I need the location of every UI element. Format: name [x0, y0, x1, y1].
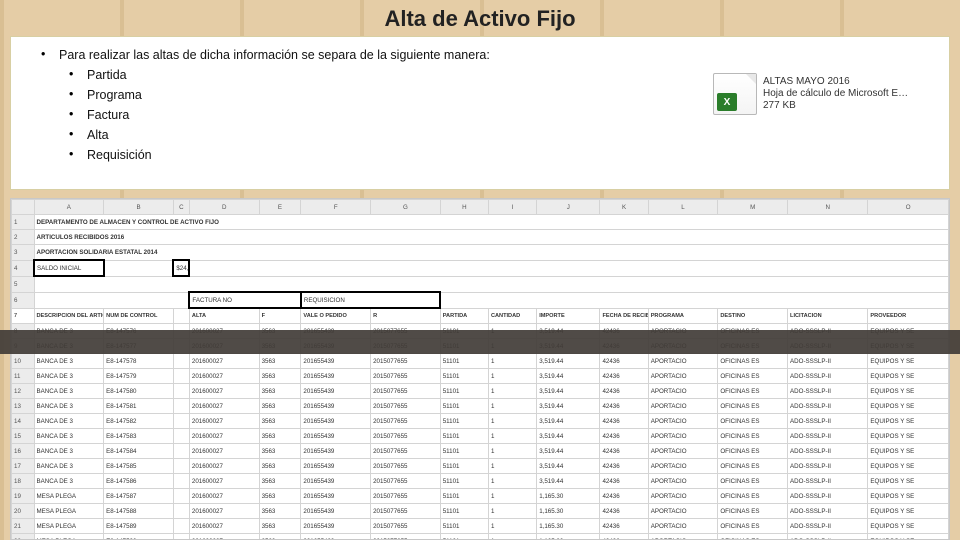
file-size: 277 KB [763, 100, 923, 112]
excel-file-icon: X [713, 73, 757, 115]
saldo-value: $24,725,609.02 [173, 260, 189, 276]
corner-cell [12, 200, 35, 215]
table-row[interactable]: 10BANCA DE 3E8-1475782016000273563201655… [12, 354, 949, 369]
col-header[interactable]: C [173, 200, 189, 215]
file-subtitle: Hoja de cálculo de Microsoft E… [763, 88, 923, 100]
table-row[interactable]: 20MESA PLEGAE8-1475882016000273563201655… [12, 504, 949, 519]
col-header[interactable]: G [371, 200, 441, 215]
col-header[interactable]: A [34, 200, 104, 215]
saldo-label: SALDO INICIAL [34, 260, 104, 276]
bullet-alta: Alta [41, 125, 929, 145]
col-header[interactable]: J [537, 200, 600, 215]
group-requisicion: REQUISICION [301, 292, 440, 308]
column-header[interactable]: FECHA DE RECIBIDO [600, 308, 648, 324]
col-header[interactable]: M [718, 200, 788, 215]
column-header[interactable]: IMPORTE [537, 308, 600, 324]
column-header[interactable]: PARTIDA [440, 308, 488, 324]
table-row[interactable]: 16BANCA DE 3E8-1475842016000273563201655… [12, 444, 949, 459]
column-header[interactable]: ALTA [189, 308, 259, 324]
sheet-title-2: ARTICULOS RECIBIDOS 2016 [34, 230, 949, 245]
col-header[interactable]: H [440, 200, 488, 215]
col-header[interactable]: O [868, 200, 949, 215]
sheet-title-3: APORTACION SOLIDARIA ESTATAL 2014 [34, 245, 949, 261]
file-attachment[interactable]: X ALTAS MAYO 2016 Hoja de cálculo de Mic… [713, 73, 923, 115]
table-row[interactable]: 22MESA PLEGAE8-1475902016000273563201655… [12, 534, 949, 540]
group-factura: FACTURA NO [189, 292, 300, 308]
column-header[interactable]: PROVEEDOR [868, 308, 949, 324]
page-title: Alta de Activo Fijo [0, 0, 960, 36]
bullet-requisicion: Requisición [41, 145, 929, 165]
dark-band [0, 330, 960, 354]
table-row[interactable]: 13BANCA DE 3E8-1475812016000273563201655… [12, 399, 949, 414]
column-header[interactable]: VALE O PEDIDO [301, 308, 371, 324]
col-header[interactable]: I [488, 200, 536, 215]
spreadsheet[interactable]: ABCDEFGHIJKLMNO1DEPARTAMENTO DE ALMACEN … [10, 198, 950, 540]
column-header[interactable]: DESCRIPCION DEL ARTICULO [34, 308, 104, 324]
column-header[interactable]: DESTINO [718, 308, 788, 324]
col-header[interactable]: D [189, 200, 259, 215]
column-header[interactable]: NUM DE CONTROL [104, 308, 174, 324]
table-row[interactable]: 14BANCA DE 3E8-1475822016000273563201655… [12, 414, 949, 429]
file-name: ALTAS MAYO 2016 [763, 76, 923, 88]
column-header[interactable]: CANTIDAD [488, 308, 536, 324]
table-row[interactable]: 18BANCA DE 3E8-1475862016000273563201655… [12, 474, 949, 489]
sheet-title-1: DEPARTAMENTO DE ALMACEN Y CONTROL DE ACT… [34, 215, 949, 230]
info-panel: Para realizar las altas de dicha informa… [10, 36, 950, 190]
column-header[interactable]: R [371, 308, 441, 324]
table-row[interactable]: 21MESA PLEGAE8-1475892016000273563201655… [12, 519, 949, 534]
table-row[interactable]: 12BANCA DE 3E8-1475802016000273563201655… [12, 384, 949, 399]
col-header[interactable]: L [648, 200, 718, 215]
column-header[interactable]: PROGRAMA [648, 308, 718, 324]
column-header[interactable]: F [259, 308, 301, 324]
column-header[interactable] [173, 308, 189, 324]
col-header[interactable]: K [600, 200, 648, 215]
col-header[interactable]: F [301, 200, 371, 215]
table-row[interactable]: 11BANCA DE 3E8-1475792016000273563201655… [12, 369, 949, 384]
table-row[interactable]: 15BANCA DE 3E8-1475832016000273563201655… [12, 429, 949, 444]
col-header[interactable]: N [788, 200, 868, 215]
table-row[interactable]: 17BANCA DE 3E8-1475852016000273563201655… [12, 459, 949, 474]
table-row[interactable]: 19MESA PLEGAE8-1475872016000273563201655… [12, 489, 949, 504]
col-header[interactable]: E [259, 200, 301, 215]
bullet-intro: Para realizar las altas de dicha informa… [41, 45, 929, 65]
col-header[interactable]: B [104, 200, 174, 215]
column-header[interactable]: LICITACION [788, 308, 868, 324]
